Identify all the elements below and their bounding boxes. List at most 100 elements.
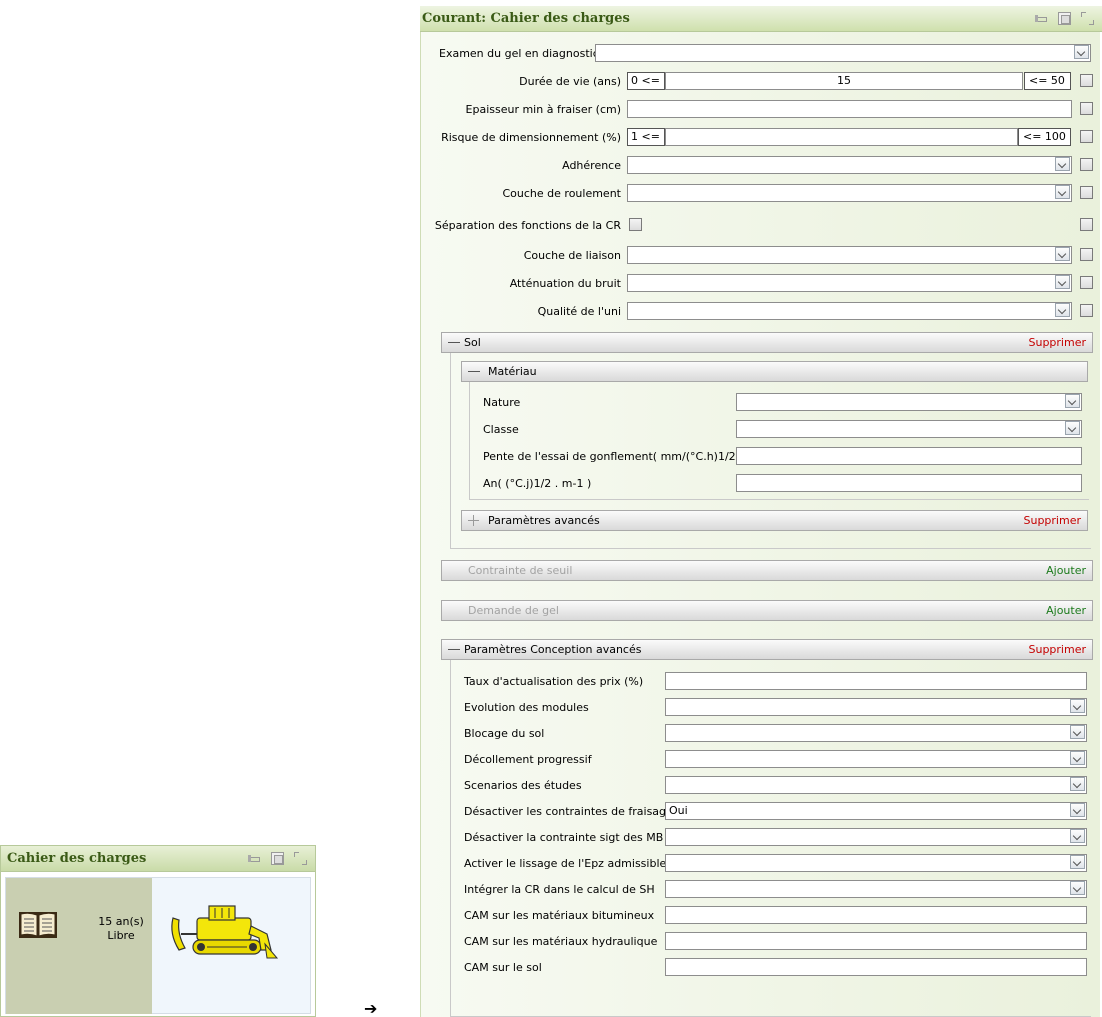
chevron-down-icon[interactable] xyxy=(1070,699,1085,713)
epaisseur-input[interactable] xyxy=(627,100,1072,118)
small-panel-content: 15 an(s) Libre xyxy=(5,877,311,1014)
scenarios-select[interactable] xyxy=(665,776,1087,794)
chevron-down-icon[interactable] xyxy=(1070,751,1085,765)
conception-delete-link[interactable]: Supprimer xyxy=(1028,643,1086,656)
cam-bitumineux-input[interactable] xyxy=(665,906,1087,924)
chevron-down-icon[interactable] xyxy=(1070,777,1085,791)
conception-label: CAM sur les matériaux bitumineux xyxy=(464,909,655,922)
pin-icon[interactable] xyxy=(1035,12,1048,25)
chevron-down-icon[interactable] xyxy=(1055,303,1070,317)
desactiver-fraisage-select[interactable]: Oui xyxy=(665,802,1087,820)
chevron-down-icon[interactable] xyxy=(1070,803,1085,817)
row-scenarios: Scenarios des études xyxy=(421,776,1101,796)
couche-roulement-checkbox[interactable] xyxy=(1080,186,1093,199)
row-taux: Taux d'actualisation des prix (%) xyxy=(421,672,1101,692)
row-separation: Séparation des fonctions de la CR xyxy=(421,216,1101,236)
integrer-cr-select[interactable] xyxy=(665,880,1087,898)
chevron-down-icon[interactable] xyxy=(1070,855,1085,869)
collapse-icon[interactable] xyxy=(468,371,480,372)
separation-active-checkbox[interactable] xyxy=(1080,218,1093,231)
row-adherence: Adhérence xyxy=(421,156,1101,176)
couche-liaison-checkbox[interactable] xyxy=(1080,248,1093,261)
chevron-down-icon[interactable] xyxy=(1055,247,1070,261)
restore-icon[interactable] xyxy=(271,852,284,865)
couche-liaison-select[interactable] xyxy=(627,246,1072,264)
epaisseur-checkbox[interactable] xyxy=(1080,102,1093,115)
separation-label: Séparation des fonctions de la CR xyxy=(434,219,621,232)
params-avances-header[interactable]: Paramètres avancés Supprimer xyxy=(461,510,1088,531)
pente-input[interactable] xyxy=(736,447,1082,465)
classe-select[interactable] xyxy=(736,420,1082,438)
cahier-panel-small: Cahier des charges 15 an(s) Libre xyxy=(0,845,316,1017)
examen-select[interactable] xyxy=(595,44,1091,62)
params-avances-delete-link[interactable]: Supprimer xyxy=(1023,514,1081,527)
duree-input[interactable]: 15 xyxy=(665,72,1023,90)
adherence-select[interactable] xyxy=(627,156,1072,174)
separation-checkbox[interactable] xyxy=(629,218,642,231)
chevron-down-icon[interactable] xyxy=(1070,829,1085,843)
couche-roulement-select[interactable] xyxy=(627,184,1072,202)
adherence-checkbox[interactable] xyxy=(1080,158,1093,171)
tile-info: 15 an(s) Libre xyxy=(94,915,148,943)
couche-roulement-label: Couche de roulement xyxy=(502,187,622,200)
row-lissage: Activer le lissage de l'Epz admissible xyxy=(421,854,1101,874)
row-nature: Nature xyxy=(421,393,1101,413)
taux-input[interactable] xyxy=(665,672,1087,690)
contrainte-seuil-add-link[interactable]: Ajouter xyxy=(1046,564,1086,577)
materiau-title: Matériau xyxy=(488,365,537,378)
chevron-down-icon[interactable] xyxy=(1074,45,1089,59)
row-desactiver-fraisage: Désactiver les contraintes de fraisage O… xyxy=(421,802,1101,822)
risque-checkbox[interactable] xyxy=(1080,130,1093,143)
lissage-select[interactable] xyxy=(665,854,1087,872)
collapse-icon[interactable] xyxy=(448,342,460,343)
cam-sol-input[interactable] xyxy=(665,958,1087,976)
cahier-tile[interactable]: 15 an(s) Libre xyxy=(6,878,152,1014)
chevron-down-icon[interactable] xyxy=(1055,157,1070,171)
arrow-right-icon: ➔ xyxy=(364,999,378,1017)
row-examen: Examen du gel en diagnostic xyxy=(421,44,1101,64)
row-duree: Durée de vie (ans) 0 <= 15 <= 50 xyxy=(421,72,1101,92)
an-input[interactable] xyxy=(736,474,1082,492)
chevron-down-icon[interactable] xyxy=(1055,185,1070,199)
evolution-select[interactable] xyxy=(665,698,1087,716)
chevron-down-icon[interactable] xyxy=(1065,394,1080,408)
expand-icon[interactable] xyxy=(468,515,479,526)
maximize-icon[interactable] xyxy=(1081,12,1094,25)
chevron-down-icon[interactable] xyxy=(1070,725,1085,739)
duree-checkbox[interactable] xyxy=(1080,74,1093,87)
chevron-down-icon[interactable] xyxy=(1055,275,1070,289)
attenuation-checkbox[interactable] xyxy=(1080,276,1093,289)
attenuation-select[interactable] xyxy=(627,274,1072,292)
qualite-select[interactable] xyxy=(627,302,1072,320)
row-cam-hydraulique: CAM sur les matériaux hydraulique xyxy=(421,932,1101,952)
collapse-icon[interactable] xyxy=(448,649,460,650)
conception-section-header[interactable]: Paramètres Conception avancés Supprimer xyxy=(441,639,1093,660)
couche-liaison-label: Couche de liaison xyxy=(523,249,621,262)
conception-label: Taux d'actualisation des prix (%) xyxy=(464,675,644,688)
risque-input[interactable] xyxy=(665,128,1018,146)
maximize-icon[interactable] xyxy=(294,852,307,865)
demande-gel-header[interactable]: Demande de gel Ajouter xyxy=(441,600,1093,621)
blocage-select[interactable] xyxy=(665,724,1087,742)
row-decollement: Décollement progressif xyxy=(421,750,1101,770)
cam-hydraulique-input[interactable] xyxy=(665,932,1087,950)
sol-section-header[interactable]: Sol Supprimer xyxy=(441,332,1093,353)
contrainte-seuil-header[interactable]: Contrainte de seuil Ajouter xyxy=(441,560,1093,581)
pente-label: Pente de l'essai de gonflement( mm/(°C.h… xyxy=(483,450,744,463)
sol-delete-link[interactable]: Supprimer xyxy=(1028,336,1086,349)
screen: Cahier des charges 15 an(s) Libre ➔ Cour… xyxy=(0,0,1102,1017)
restore-icon[interactable] xyxy=(1058,12,1071,25)
qualite-checkbox[interactable] xyxy=(1080,304,1093,317)
decollement-select[interactable] xyxy=(665,750,1087,768)
row-classe: Classe xyxy=(421,420,1101,440)
conception-title: Paramètres Conception avancés xyxy=(464,643,642,656)
demande-gel-add-link[interactable]: Ajouter xyxy=(1046,604,1086,617)
chevron-down-icon[interactable] xyxy=(1070,881,1085,895)
materiau-section-header[interactable]: Matériau xyxy=(461,361,1088,382)
pin-icon[interactable] xyxy=(248,852,261,865)
chevron-down-icon[interactable] xyxy=(1065,421,1080,435)
row-blocage: Blocage du sol xyxy=(421,724,1101,744)
desactiver-sigt-select[interactable] xyxy=(665,828,1087,846)
nature-select[interactable] xyxy=(736,393,1082,411)
conception-label: Evolution des modules xyxy=(464,701,589,714)
